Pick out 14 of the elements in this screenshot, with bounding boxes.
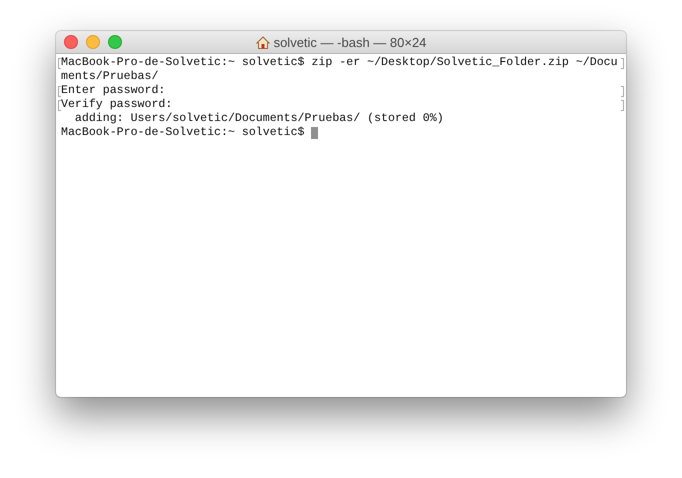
- window-title: solvetic — -bash — 80×24: [274, 34, 426, 50]
- line-mark: [621, 86, 624, 96]
- house-icon: [256, 36, 270, 48]
- terminal-line: Verify password:: [61, 98, 172, 112]
- terminal-line: MacBook-Pro-de-Solvetic:~ solvetic$: [61, 126, 306, 140]
- terminal-line: Enter password:: [61, 84, 166, 98]
- terminal-line: MacBook-Pro-de-Solvetic:~ solvetic$ zip -er ~/Desktop/Solvetic_Folder.zip ~/Docu: [61, 56, 618, 70]
- zoom-button[interactable]: [108, 35, 122, 49]
- line-mark: [621, 58, 624, 68]
- line-mark: [621, 100, 624, 110]
- close-button[interactable]: [64, 35, 78, 49]
- minimize-button[interactable]: [86, 35, 100, 49]
- terminal-line: ments/Pruebas/: [61, 70, 158, 84]
- terminal-line: adding: Users/solvetic/Documents/Pruebas/ (stored 0%): [74, 112, 444, 126]
